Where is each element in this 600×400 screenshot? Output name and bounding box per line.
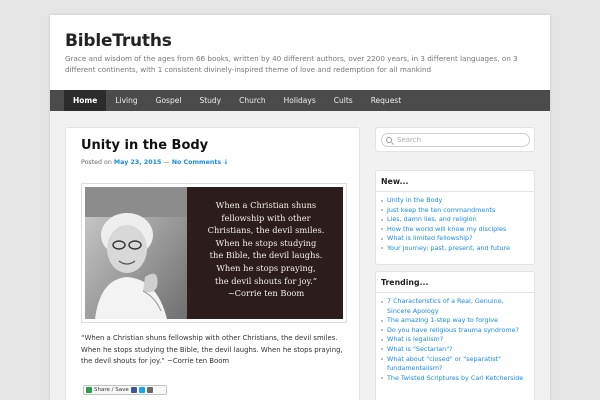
site-description: Grace and wisdom of the ages from 66 boo… <box>65 54 518 74</box>
search-input[interactable] <box>381 133 530 147</box>
quote-line: Christians, the devil smiles. <box>207 225 325 236</box>
menu-item-cults[interactable]: Cults <box>325 90 362 111</box>
menu-item-holidays[interactable]: Holidays <box>275 90 325 111</box>
share-label: Share / Save <box>94 387 129 393</box>
menu-item-request[interactable]: Request <box>362 90 410 111</box>
new-post-link[interactable]: Just keep the ten commandments <box>381 206 529 216</box>
post-meta: Posted on May 23, 2015 — No Comments ↓ <box>81 159 229 166</box>
corrie-ten-boom-photo <box>85 187 187 319</box>
trending-link[interactable]: 7 Characteristics of a Real, Genuine, Si… <box>381 297 529 316</box>
search-widget <box>375 127 535 152</box>
quote-text: When a Christian shuns fellowship with o… <box>191 199 341 300</box>
post-body: “When a Christian shuns fellowship with … <box>81 334 343 365</box>
email-icon[interactable] <box>146 387 153 393</box>
post-meta-prefix: Posted on <box>81 159 114 166</box>
site-title[interactable]: BibleTruths <box>65 31 172 51</box>
quote-line: the devil shouts for joy.” <box>215 275 317 286</box>
quote-line: When he stops praying, <box>216 262 316 273</box>
post-article: Unity in the Body Posted on May 23, 2015… <box>65 127 360 400</box>
trending-link[interactable]: What is "Sectarian"? <box>381 345 529 355</box>
main-menu: Home Living Gospel Study Church Holidays… <box>50 90 550 111</box>
page: BibleTruths Grace and wisdom of the ages… <box>50 15 550 400</box>
quote-line: When he stops studying <box>215 237 317 248</box>
widget-trending: Trending... 7 Characteristics of a Real,… <box>375 271 535 400</box>
post-date-link[interactable]: May 23, 2015 <box>114 159 162 166</box>
post-meta-separator: — <box>161 159 172 166</box>
quote-line: fellowship with other <box>221 212 311 223</box>
search-icon <box>386 137 392 143</box>
quote-line: When a Christian shuns <box>215 200 317 210</box>
share-icon <box>86 387 92 393</box>
menu-item-living[interactable]: Living <box>106 90 146 111</box>
trending-link[interactable]: The amazing 1-step way to forgive <box>381 316 529 326</box>
quote-attribution: ~Corrie ten Boom <box>227 288 305 299</box>
new-post-link[interactable]: Your journey: past, present, and future <box>381 244 529 254</box>
new-post-link[interactable]: Unity in the Body <box>381 196 529 206</box>
post-title[interactable]: Unity in the Body <box>81 138 208 153</box>
trending-link[interactable]: What is legalism? <box>381 335 529 345</box>
new-post-link[interactable]: Lies, damn lies, and religion <box>381 215 529 225</box>
widget-title-new: New... <box>376 171 534 192</box>
new-post-link[interactable]: How the world will know my disciples <box>381 225 529 235</box>
twitter-icon[interactable] <box>138 387 145 393</box>
widget-new-posts: New... Unity in the Body Just keep the t… <box>375 170 535 265</box>
comments-link[interactable]: No Comments ↓ <box>172 159 229 166</box>
quote-image-frame: When a Christian shuns fellowship with o… <box>81 183 347 323</box>
quote-line: the Bible, the devil laughs. <box>209 250 323 261</box>
new-post-link[interactable]: What is limited fellowship? <box>381 234 529 244</box>
widget-title-trending: Trending... <box>376 272 534 293</box>
menu-item-gospel[interactable]: Gospel <box>147 90 191 111</box>
trending-list: 7 Characteristics of a Real, Genuine, Si… <box>376 293 534 388</box>
site-header: BibleTruths Grace and wisdom of the ages… <box>50 15 550 90</box>
menu-item-study[interactable]: Study <box>190 90 230 111</box>
trending-link[interactable]: The Twisted Scriptures by Carl Ketchersi… <box>381 374 529 384</box>
main-menu-items: Home Living Gospel Study Church Holidays… <box>64 90 410 111</box>
trending-link[interactable]: Do you have religious trauma syndrome? <box>381 326 529 336</box>
facebook-icon[interactable] <box>130 387 137 393</box>
share-save-button[interactable]: Share / Save <box>83 385 167 395</box>
menu-item-church[interactable]: Church <box>230 90 275 111</box>
trending-link[interactable]: What about "closed" or "separatist" fund… <box>381 355 529 374</box>
quote-image: When a Christian shuns fellowship with o… <box>85 187 343 319</box>
new-posts-list: Unity in the Body Just keep the ten comm… <box>376 192 534 259</box>
menu-item-home[interactable]: Home <box>64 90 107 111</box>
